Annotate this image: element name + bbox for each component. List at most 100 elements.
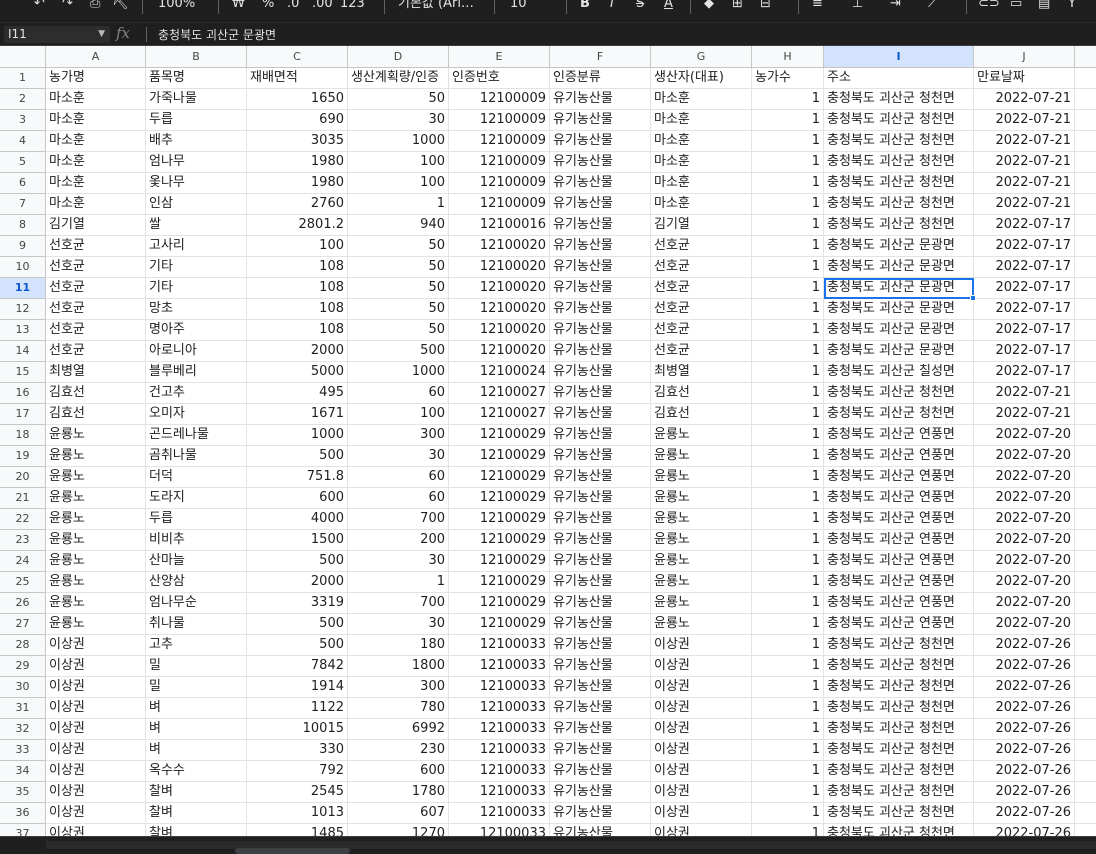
column-header[interactable]: J <box>974 46 1075 67</box>
table-cell[interactable]: 곰취나물 <box>146 446 247 467</box>
table-cell[interactable]: 12100033 <box>449 677 550 698</box>
table-cell[interactable]: 1 <box>752 803 824 824</box>
table-cell[interactable]: 이상권 <box>651 698 752 719</box>
table-cell[interactable]: 마소훈 <box>46 173 146 194</box>
table-cell[interactable]: 최병열 <box>651 362 752 383</box>
table-cell[interactable]: 충청북도 괴산군 문광면 <box>824 299 974 320</box>
table-cell[interactable] <box>1075 404 1096 425</box>
table-cell[interactable]: 이상권 <box>46 719 146 740</box>
table-cell[interactable]: 인삼 <box>146 194 247 215</box>
table-cell[interactable]: 윤룡노 <box>651 614 752 635</box>
table-cell[interactable]: 마소훈 <box>46 110 146 131</box>
table-cell[interactable]: 충청북도 괴산군 청천면 <box>824 803 974 824</box>
table-cell[interactable]: 충청북도 괴산군 청천면 <box>824 719 974 740</box>
table-cell[interactable]: 1500 <box>247 530 348 551</box>
table-cell[interactable]: 12100029 <box>449 551 550 572</box>
table-cell[interactable]: 김효선 <box>651 404 752 425</box>
table-cell[interactable]: 이상권 <box>46 782 146 803</box>
table-cell[interactable]: 12100009 <box>449 194 550 215</box>
table-cell[interactable]: 2022-07-26 <box>974 740 1075 761</box>
horizontal-align-icon[interactable]: ≡ <box>812 0 823 15</box>
table-cell[interactable]: 1 <box>752 677 824 698</box>
table-cell[interactable]: 유기농산물 <box>550 614 651 635</box>
table-cell[interactable]: 690 <box>247 110 348 131</box>
row-header[interactable]: 10 <box>0 257 46 278</box>
table-cell[interactable]: 108 <box>247 278 348 299</box>
table-cell[interactable]: 엄나무 <box>146 152 247 173</box>
table-cell[interactable]: 두릅 <box>146 509 247 530</box>
table-cell[interactable]: 유기농산물 <box>550 425 651 446</box>
table-cell[interactable]: 유기농산물 <box>550 257 651 278</box>
table-cell[interactable]: 50 <box>348 257 449 278</box>
table-cell[interactable]: 100 <box>247 236 348 257</box>
table-cell[interactable]: 이상권 <box>651 740 752 761</box>
table-cell[interactable]: 유기농산물 <box>550 761 651 782</box>
table-cell[interactable] <box>1075 614 1096 635</box>
table-cell[interactable]: 김효선 <box>46 383 146 404</box>
table-cell[interactable]: 충청북도 괴산군 연풍면 <box>824 551 974 572</box>
table-cell[interactable]: 12100029 <box>449 614 550 635</box>
table-cell[interactable]: 495 <box>247 383 348 404</box>
column-header[interactable]: E <box>449 46 550 67</box>
table-cell[interactable]: 윤룡노 <box>651 530 752 551</box>
table-cell[interactable]: 1 <box>752 341 824 362</box>
insert-comment-icon[interactable]: ▭ <box>1010 0 1022 15</box>
table-cell[interactable]: 12100033 <box>449 719 550 740</box>
table-cell[interactable] <box>1075 656 1096 677</box>
table-cell[interactable]: 2022-07-21 <box>974 173 1075 194</box>
table-cell[interactable]: 10015 <box>247 719 348 740</box>
table-cell[interactable]: 1 <box>348 572 449 593</box>
table-cell[interactable]: 2022-07-20 <box>974 572 1075 593</box>
table-cell[interactable]: 2022-07-20 <box>974 530 1075 551</box>
row-header[interactable]: 14 <box>0 341 46 362</box>
table-cell[interactable]: 100 <box>348 152 449 173</box>
table-cell[interactable]: 윤룡노 <box>46 467 146 488</box>
table-cell[interactable]: 1 <box>752 131 824 152</box>
row-header[interactable]: 4 <box>0 131 46 152</box>
table-cell[interactable]: 12100033 <box>449 740 550 761</box>
table-cell[interactable] <box>1075 446 1096 467</box>
table-cell[interactable]: 충청북도 괴산군 칠성면 <box>824 362 974 383</box>
table-cell[interactable]: 유기농산물 <box>550 740 651 761</box>
table-cell[interactable]: 12100029 <box>449 593 550 614</box>
table-cell[interactable]: 2000 <box>247 572 348 593</box>
table-cell[interactable]: 선호균 <box>651 278 752 299</box>
table-cell[interactable]: 충청북도 괴산군 청천면 <box>824 131 974 152</box>
scrollbar-thumb[interactable] <box>235 848 350 854</box>
table-cell[interactable]: 유기농산물 <box>550 551 651 572</box>
table-cell[interactable]: 윤룡노 <box>46 551 146 572</box>
table-cell[interactable]: 1 <box>752 110 824 131</box>
table-cell[interactable]: 산양삼 <box>146 572 247 593</box>
table-cell[interactable]: 마소훈 <box>651 110 752 131</box>
table-cell[interactable]: 12100027 <box>449 404 550 425</box>
table-cell[interactable]: 1 <box>752 362 824 383</box>
table-cell[interactable]: 500 <box>247 446 348 467</box>
table-cell[interactable] <box>1075 152 1096 173</box>
table-cell[interactable]: 2022-07-17 <box>974 236 1075 257</box>
table-cell[interactable]: 2000 <box>247 341 348 362</box>
table-cell[interactable] <box>1075 509 1096 530</box>
table-cell[interactable]: 도라지 <box>146 488 247 509</box>
table-cell[interactable]: 윤룡노 <box>46 593 146 614</box>
table-cell[interactable]: 충청북도 괴산군 청천면 <box>824 656 974 677</box>
table-cell[interactable]: 5000 <box>247 362 348 383</box>
table-cell[interactable]: 1270 <box>348 824 449 836</box>
table-cell[interactable]: 기타 <box>146 257 247 278</box>
table-cell[interactable]: 1 <box>752 572 824 593</box>
table-cell[interactable]: 충청북도 괴산군 청천면 <box>824 173 974 194</box>
table-cell[interactable]: 윤룡노 <box>651 425 752 446</box>
chevron-down-icon[interactable]: ▼ <box>98 26 105 43</box>
column-header[interactable]: I <box>824 46 974 67</box>
column-header[interactable]: C <box>247 46 348 67</box>
table-cell[interactable]: 12100033 <box>449 761 550 782</box>
table-cell[interactable]: 7842 <box>247 656 348 677</box>
more-formats-button[interactable]: 123 <box>340 0 365 15</box>
table-cell[interactable]: 충청북도 괴산군 청천면 <box>824 89 974 110</box>
table-cell[interactable]: 12100029 <box>449 425 550 446</box>
column-header[interactable] <box>1075 46 1096 67</box>
table-cell[interactable]: 유기농산물 <box>550 362 651 383</box>
table-cell[interactable] <box>1075 782 1096 803</box>
insert-link-icon[interactable]: ⊂⊃ <box>978 0 1000 15</box>
table-cell[interactable]: 유기농산물 <box>550 236 651 257</box>
merge-cells-icon[interactable]: ⊟ <box>760 0 771 15</box>
